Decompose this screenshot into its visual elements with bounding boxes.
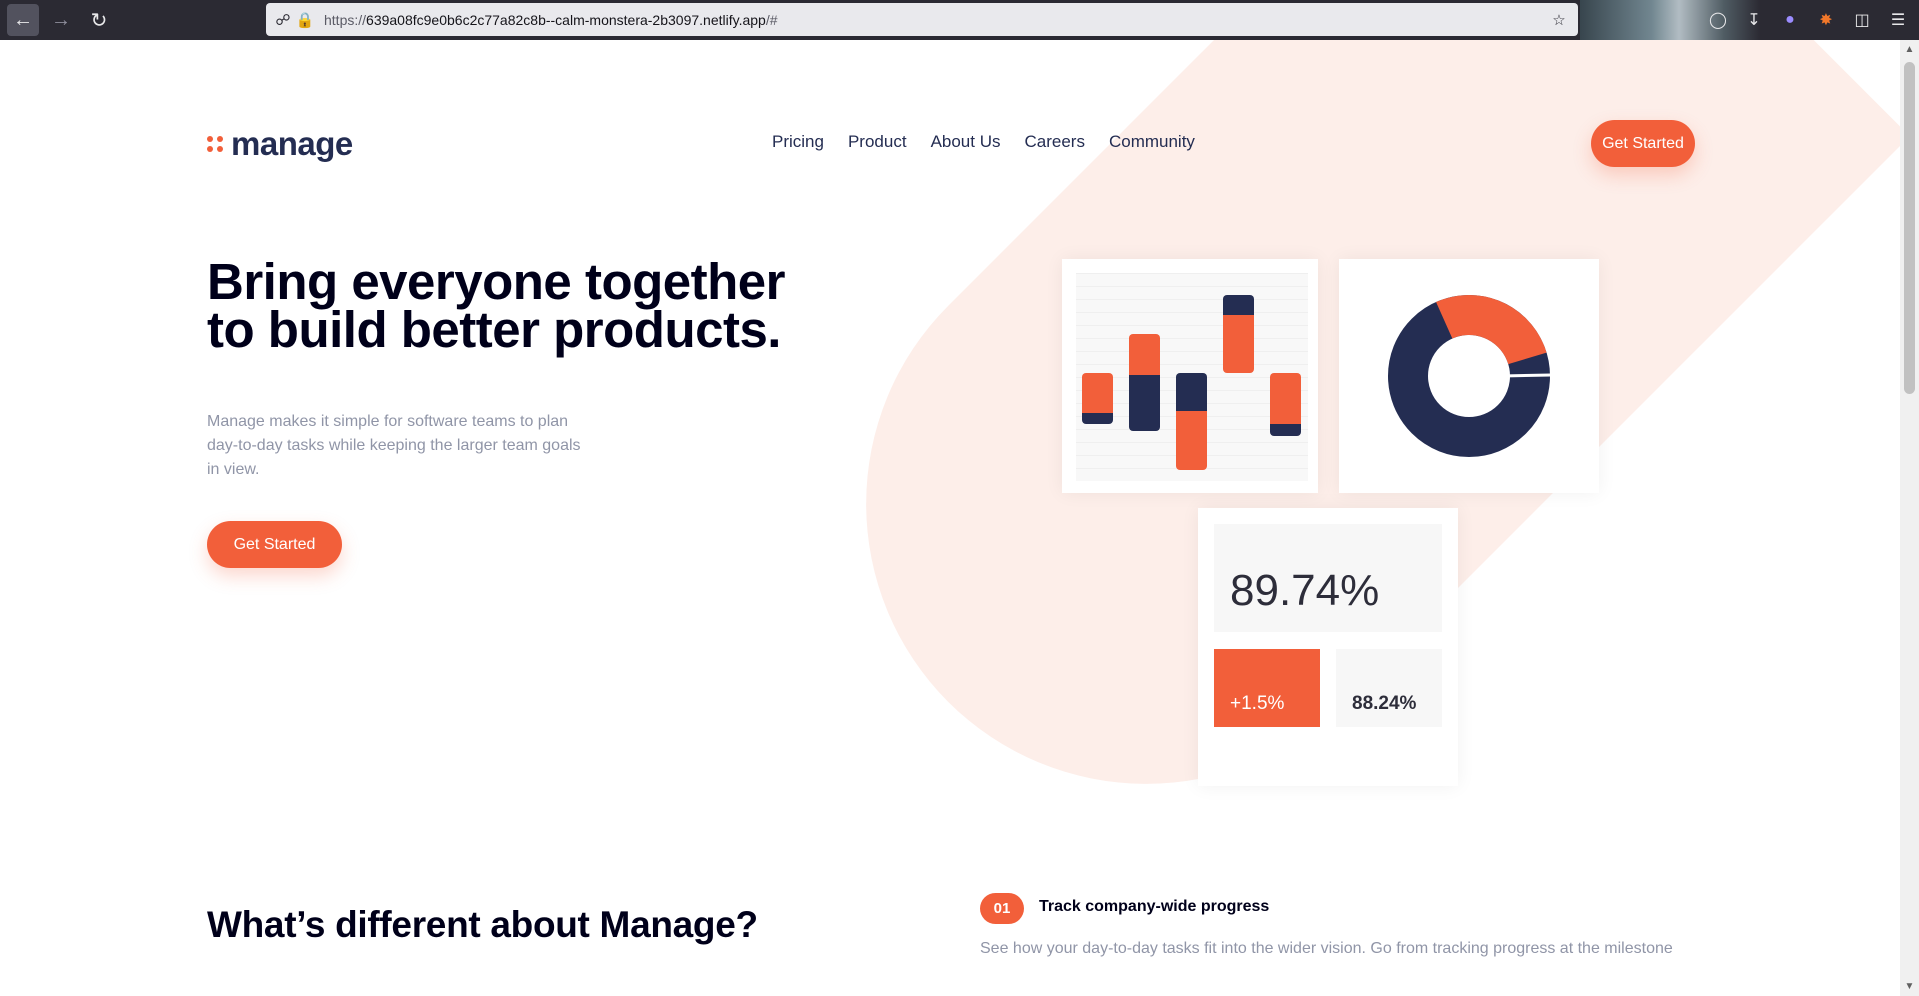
header-get-started-button[interactable]: Get Started — [1591, 120, 1695, 167]
chart-bar — [1176, 373, 1207, 470]
section-title: What’s different about Manage? — [207, 904, 758, 945]
stat-change-value: +1.5% — [1214, 649, 1320, 727]
hero-description: Manage makes it simple for software team… — [207, 413, 581, 478]
webpage: manage Pricing Product About Us Careers … — [0, 40, 1900, 996]
extensions-icon[interactable]: ◫ — [1851, 9, 1873, 31]
download-icon[interactable]: ↧ — [1743, 9, 1765, 31]
hero-title: Bring everyone together to build better … — [207, 256, 807, 355]
nav-pricing[interactable]: Pricing — [772, 132, 824, 152]
scroll-up-icon[interactable]: ▲ — [1900, 44, 1919, 55]
bar-chart-illustration — [1076, 273, 1308, 481]
browser-toolbar: ← → ↻ ◉ ☍ 🔒 https://639a08fc9e0b6c2c77a8… — [0, 0, 1919, 40]
nav-about-us[interactable]: About Us — [931, 132, 1001, 152]
stat-row: +1.5% 88.24% — [1214, 649, 1442, 727]
logo[interactable]: manage — [207, 124, 353, 164]
hero-get-started-button[interactable]: Get Started — [207, 521, 342, 568]
chart-bar — [1270, 373, 1301, 436]
hero-title-line2: to build better products. — [207, 301, 781, 358]
lock-icon[interactable]: 🔒 — [294, 9, 316, 31]
url-prefix: https:// — [324, 11, 367, 28]
nav-careers[interactable]: Careers — [1025, 132, 1085, 152]
chart-bar — [1223, 295, 1254, 373]
feature-title: Track company-wide progress — [1039, 898, 1270, 915]
main-nav: Pricing Product About Us Careers Communi… — [772, 132, 1195, 152]
stat-main-value: 89.74% — [1214, 524, 1442, 632]
logo-dots-icon — [207, 136, 223, 152]
page-scrollbar[interactable]: ▲ ▼ — [1900, 40, 1919, 996]
url-text[interactable]: https://639a08fc9e0b6c2c77a82c8b--calm-m… — [324, 12, 778, 28]
logo-text: manage — [231, 125, 353, 162]
extension-star-icon[interactable]: ✸ — [1815, 9, 1837, 31]
toolbar-right-icons: ◯ ↧ ● ✸ ◫ ☰ — [1707, 4, 1909, 36]
back-icon[interactable]: ← — [7, 4, 39, 36]
pocket-icon[interactable]: ◯ — [1707, 9, 1729, 31]
address-bar[interactable]: ☍ 🔒 https://639a08fc9e0b6c2c77a82c8b--ca… — [266, 3, 1578, 36]
forward-icon[interactable]: → — [45, 4, 77, 36]
scrollbar-thumb[interactable] — [1904, 62, 1915, 394]
stats-card: 89.74% +1.5% 88.24% — [1198, 508, 1458, 786]
chart-bar — [1082, 373, 1113, 424]
chart-bar — [1129, 334, 1160, 431]
nav-community[interactable]: Community — [1109, 132, 1195, 152]
feature-number-badge: 01 — [980, 893, 1024, 924]
feature-description: See how your day-to-day tasks fit into t… — [980, 940, 1673, 957]
bookmark-star-icon[interactable]: ☆ — [1548, 9, 1570, 31]
account-avatar-icon[interactable]: ● — [1779, 9, 1801, 31]
scroll-down-icon[interactable]: ▼ — [1900, 981, 1919, 992]
donut-chart-illustration — [1388, 295, 1551, 457]
reload-icon[interactable]: ↻ — [83, 4, 115, 36]
shield-icon[interactable]: ☍ — [272, 9, 294, 31]
stat-secondary-value: 88.24% — [1336, 649, 1442, 727]
bar-chart-card — [1062, 259, 1318, 493]
nav-product[interactable]: Product — [848, 132, 907, 152]
url-host: 639a08fc9e0b6c2c77a82c8b--calm-monstera-… — [366, 11, 766, 28]
menu-icon[interactable]: ☰ — [1887, 9, 1909, 31]
donut-chart-card — [1339, 259, 1599, 493]
url-suffix: /# — [765, 11, 778, 28]
